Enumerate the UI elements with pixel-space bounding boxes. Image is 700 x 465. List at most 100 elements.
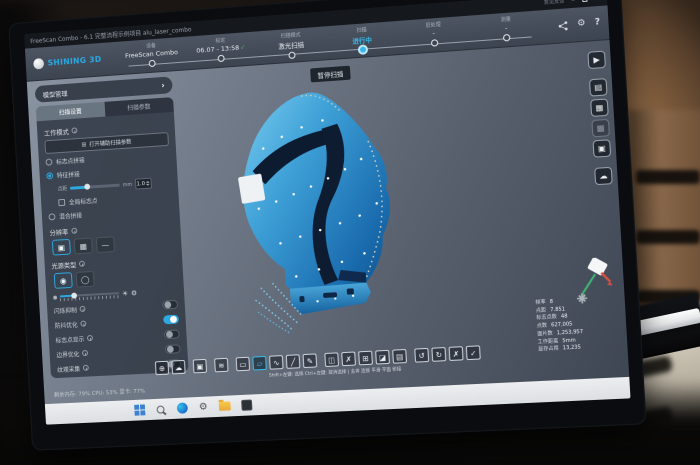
info-icon <box>71 228 77 234</box>
add-button[interactable]: ⊕ <box>155 361 169 375</box>
invert-selection-button[interactable]: ◪ <box>375 350 390 365</box>
checkbox-icon <box>58 199 65 206</box>
expand-selection-button[interactable]: ⊞ <box>358 351 373 366</box>
pinned-app-button[interactable] <box>240 399 252 411</box>
copy-selection-button[interactable]: ▤ <box>392 349 407 364</box>
brightness-slider[interactable] <box>60 290 120 301</box>
resolution-options: ▣ ▦ — <box>50 233 175 256</box>
plane-cut-button[interactable]: ◫ <box>324 352 339 367</box>
gear-icon: ⚙ <box>199 402 208 412</box>
pick-tool-button[interactable]: ▶ <box>587 51 606 70</box>
orientation-gizmo[interactable] <box>566 257 614 306</box>
point-spacing-value[interactable]: 1.0 <box>135 178 152 190</box>
resolution-low-button[interactable]: — <box>96 236 115 253</box>
step-dot <box>503 34 511 42</box>
package-button[interactable]: ▣ <box>593 139 612 157</box>
viewport[interactable]: 暂停扫描 <box>27 40 629 404</box>
line-select-button[interactable]: ╱ <box>286 354 301 369</box>
rect-select-button[interactable]: ▭ <box>236 357 251 372</box>
step-postprocess[interactable]: 后处理 - <box>401 16 467 54</box>
toggle-switch[interactable] <box>162 299 178 309</box>
delete-selected-button[interactable]: ✗ <box>341 351 356 366</box>
radio-selected-icon <box>46 172 53 179</box>
laptop: FreeScan Combo - 6.1 完整流程示例项目 alu_laser_… <box>8 0 646 451</box>
app-icon <box>241 399 252 410</box>
close-button[interactable]: × <box>595 0 601 2</box>
polygon-select-button[interactable]: ▱ <box>252 356 267 371</box>
lock-button[interactable]: ▩ <box>591 119 610 137</box>
frame-button[interactable]: ▣ <box>193 359 207 374</box>
rail-slot <box>636 230 700 244</box>
step-dot <box>148 60 155 67</box>
toggle-switch-on[interactable] <box>163 314 179 324</box>
light-type-options: ◉ ◯ <box>52 266 177 289</box>
step-dot <box>431 39 438 47</box>
toggle-switch[interactable] <box>165 344 181 354</box>
windows-start-button[interactable] <box>133 404 145 416</box>
resolution-high-button[interactable]: ▣ <box>52 239 71 256</box>
settings-card: 扫描设置 扫描参数 工作模式 ⊞ 打开辅助扫描参数 <box>36 97 189 378</box>
confirm-button[interactable]: ✓ <box>466 345 481 360</box>
info-icon <box>80 306 86 312</box>
toggle-switch[interactable] <box>164 329 180 339</box>
search-icon <box>156 405 164 413</box>
mesh-button[interactable]: ≋ <box>214 358 228 373</box>
cancel-button[interactable]: ✗ <box>449 346 464 361</box>
step-calibration[interactable]: 标定 06.07 - 13:58✓ <box>189 32 253 69</box>
settings-sidebar: 模型管理 › 扫描设置 扫描参数 工作模式 <box>35 76 189 378</box>
point-spacing-slider[interactable] <box>70 184 120 190</box>
step-dot <box>288 52 295 59</box>
step-dot-active <box>357 44 368 55</box>
rail-slot <box>636 170 700 184</box>
maximize-button[interactable] <box>582 0 587 2</box>
stepper-up-icon[interactable] <box>146 181 150 183</box>
file-explorer-button[interactable] <box>219 400 231 412</box>
brand-logo: SHINING 3D <box>33 54 102 70</box>
brand-logo-icon <box>33 58 44 70</box>
radio-icon <box>45 158 52 165</box>
edge-browser-button[interactable] <box>176 402 188 414</box>
point-cloud-button[interactable]: ☁ <box>594 167 613 185</box>
dim-icon <box>53 296 57 300</box>
stepper-down-icon[interactable] <box>146 184 150 186</box>
screen: FreeScan Combo - 6.1 完整流程示例项目 alu_laser_… <box>24 0 630 425</box>
step-scan[interactable]: 扫描 进行中 <box>329 21 395 59</box>
step-scan-mode[interactable]: 扫描模式 激光扫描 <box>259 27 324 64</box>
info-icon <box>82 350 88 356</box>
minimize-button[interactable]: – <box>571 0 575 4</box>
right-toolbar: ▶ ▤ ▦ ▩ ▣ ☁ <box>587 51 612 186</box>
brand-name: SHINING 3D <box>47 55 101 68</box>
light-type-a-button[interactable]: ◉ <box>54 272 73 289</box>
toolbox-button[interactable]: ▦ <box>590 98 609 116</box>
step-device[interactable]: 设备 FreeScan Combo <box>120 37 184 74</box>
undo-button[interactable]: ↺ <box>414 348 429 363</box>
taskbar-settings-button[interactable]: ⚙ <box>197 401 209 413</box>
resolution-medium-button[interactable]: ▦ <box>74 238 93 255</box>
folder-icon <box>219 401 231 410</box>
info-icon <box>71 127 77 133</box>
check-icon: ✓ <box>240 43 246 51</box>
radio-icon <box>48 213 55 220</box>
laptop-bezel: FreeScan Combo - 6.1 完整流程示例项目 alu_laser_… <box>8 0 646 451</box>
cloud-button[interactable]: ☁ <box>171 360 185 374</box>
scanned-model <box>217 76 466 346</box>
value-stepper[interactable] <box>146 181 150 186</box>
help-icon[interactable]: ? <box>595 18 601 28</box>
sun-icon: ☀ <box>122 290 128 297</box>
step-measure[interactable]: 测量 - <box>473 11 540 49</box>
desk-photo: FreeScan Combo - 6.1 完整流程示例项目 alu_laser_… <box>0 0 700 465</box>
share-icon[interactable] <box>557 20 568 31</box>
taskbar-search-button[interactable] <box>154 403 166 415</box>
redo-button[interactable]: ↻ <box>431 347 446 362</box>
slider-knob[interactable] <box>84 184 90 190</box>
pause-scan-button[interactable]: 暂停扫描 <box>310 66 351 83</box>
system-usage: 剩余内存: 79% CPU: 53% 显卡: 77% <box>54 387 146 399</box>
light-type-b-button[interactable]: ◯ <box>76 271 95 288</box>
settings-gear-icon[interactable]: ⚙ <box>577 19 586 29</box>
gear-icon[interactable]: ⚙ <box>131 290 137 297</box>
info-icon <box>79 261 85 267</box>
brush-select-button[interactable]: ✎ <box>303 353 318 368</box>
step-dot <box>218 55 225 62</box>
view-list-button[interactable]: ▤ <box>589 78 608 97</box>
lasso-select-button[interactable]: ∿ <box>269 355 284 370</box>
